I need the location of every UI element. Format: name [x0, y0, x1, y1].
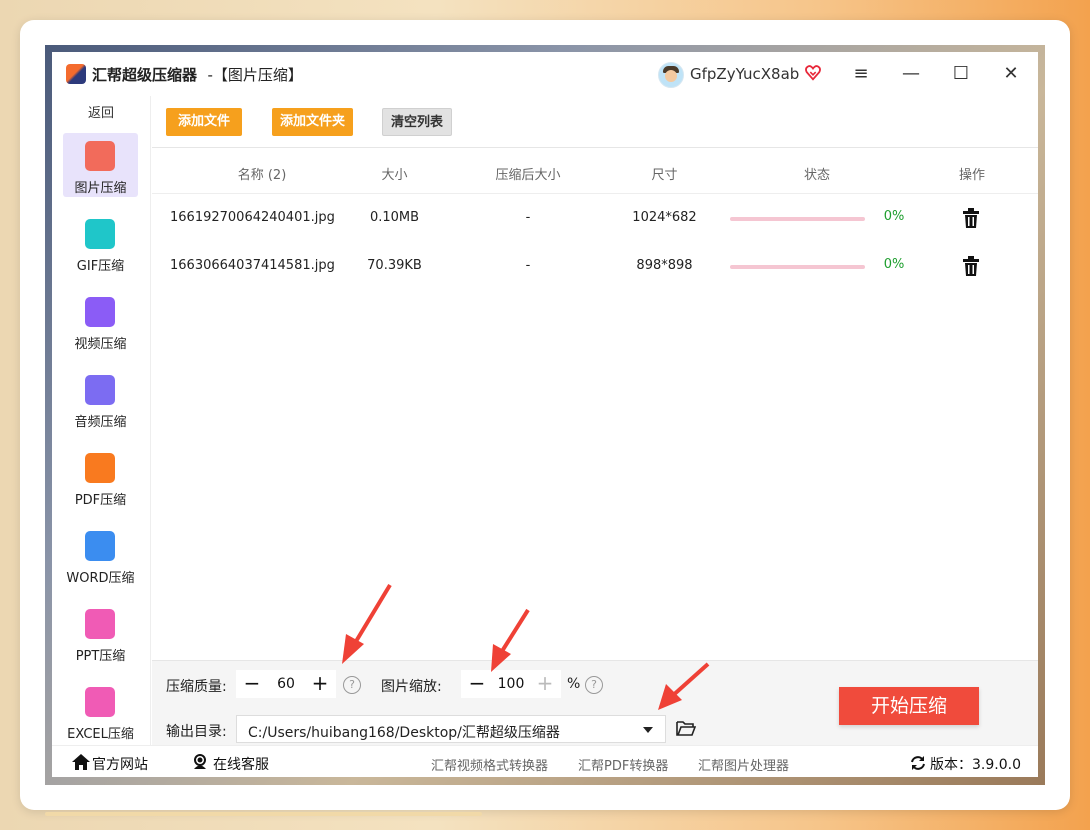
quality-decrease-button[interactable]: − — [238, 670, 266, 698]
excel-icon — [85, 687, 115, 717]
folder-open-icon[interactable] — [676, 719, 696, 737]
output-path: C:/Users/huibang168/Desktop/汇帮超级压缩器 — [248, 725, 560, 741]
sidebar-item-label: 视频压缩 — [74, 337, 127, 352]
image-icon — [85, 141, 115, 171]
window-title: 汇帮超级压缩器 -【图片压缩】 — [92, 64, 303, 85]
username[interactable]: GfpZyYucX8ab — [690, 65, 799, 83]
image-dimension: 898*898 — [636, 258, 693, 273]
home-icon[interactable] — [72, 754, 90, 770]
scale-unit: % — [567, 676, 581, 692]
footer-link[interactable]: 汇帮视频格式转换器 — [431, 755, 548, 774]
file-size: 70.39KB — [367, 258, 422, 273]
settings-panel: 压缩质量: − 60 + ? 图片缩放: − 100 + % ? 输出目录: C… — [152, 660, 1038, 746]
sidebar-item-label: EXCEL压缩 — [67, 727, 134, 742]
sidebar-item[interactable]: 视频压缩 — [63, 289, 138, 353]
headset-icon[interactable] — [192, 753, 208, 770]
add-file-button[interactable]: 添加文件 — [166, 108, 242, 136]
sidebar-item[interactable]: WORD压缩 — [63, 523, 138, 587]
annotation-arrow — [658, 662, 710, 710]
file-table: 名称 (2) 大小 压缩后大小 尺寸 状态 操作 166192700642404… — [152, 147, 1038, 661]
progress-percent: 0% — [883, 257, 905, 272]
title-bar[interactable]: 汇帮超级压缩器 -【图片压缩】 GfpZyYucX8ab ≡ — ☐ ✕ — [52, 52, 1038, 96]
start-compress-button[interactable]: 开始压缩 — [839, 687, 979, 725]
header-divider — [152, 193, 1038, 194]
trash-icon[interactable] — [962, 208, 980, 228]
quality-value[interactable]: 60 — [266, 676, 306, 692]
table-row[interactable]: 16630664037414581.jpg 70.39KB - 898*898 … — [152, 243, 1038, 291]
table-row[interactable]: 16619270064240401.jpg 0.10MB - 1024*682 … — [152, 195, 1038, 243]
col-header-status[interactable]: 状态 — [772, 164, 862, 183]
ppt-icon — [85, 609, 115, 639]
vip-heart-icon[interactable] — [804, 64, 822, 82]
word-icon — [85, 531, 115, 561]
clear-list-button[interactable]: 清空列表 — [382, 108, 452, 136]
footer-link[interactable]: 汇帮图片处理器 — [698, 755, 789, 774]
sidebar: 返回 图片压缩 GIF压缩视频压缩音频压缩 PDF压缩 WORD压缩 PPT压缩 EXCE… — [52, 96, 151, 745]
trash-icon[interactable] — [962, 256, 980, 276]
output-label: 输出目录: — [166, 724, 227, 740]
sidebar-item[interactable]: PDF压缩 — [63, 445, 138, 509]
scale-value[interactable]: 100 — [491, 676, 531, 692]
sidebar-item[interactable]: 图片压缩 — [63, 133, 138, 197]
user-avatar[interactable] — [658, 62, 684, 88]
progress-bar — [730, 217, 865, 221]
video-icon — [85, 297, 115, 327]
file-size: 0.10MB — [369, 210, 420, 225]
image-dimension: 1024*682 — [632, 210, 697, 225]
col-header-dimension[interactable]: 尺寸 — [622, 164, 707, 183]
file-name: 16630664037414581.jpg — [170, 258, 335, 273]
sidebar-item-label: 图片压缩 — [74, 181, 127, 196]
sidebar-item[interactable]: 音频压缩 — [63, 367, 138, 431]
col-header-size[interactable]: 大小 — [352, 164, 437, 183]
sidebar-item-label: 音频压缩 — [74, 415, 127, 430]
mode-label: -【图片压缩】 — [207, 66, 303, 84]
footer: 官方网站 在线客服 汇帮视频格式转换器 汇帮PDF转换器 汇帮图片处理器 版本：… — [52, 745, 1038, 777]
gif-icon — [85, 219, 115, 249]
annotation-arrow — [491, 608, 530, 672]
sidebar-item[interactable]: PPT压缩 — [63, 601, 138, 665]
col-header-action[interactable]: 操作 — [932, 164, 1012, 183]
close-button[interactable]: ✕ — [996, 60, 1026, 88]
scale-help-icon[interactable]: ? — [585, 676, 603, 694]
app-window: 汇帮超级压缩器 -【图片压缩】 GfpZyYucX8ab ≡ — ☐ ✕ 返回 … — [52, 52, 1038, 777]
chevron-down-icon[interactable] — [643, 727, 653, 733]
sidebar-item-label: PPT压缩 — [75, 649, 126, 664]
back-button[interactable]: 返回 — [52, 102, 150, 121]
sidebar-item-label: PDF压缩 — [74, 493, 127, 508]
quality-stepper[interactable]: − 60 + — [236, 670, 336, 698]
sidebar-item[interactable]: GIF压缩 — [63, 211, 138, 275]
col-header-name[interactable]: 名称 (2) — [192, 164, 332, 183]
quality-label: 压缩质量: — [166, 679, 227, 695]
app-logo-icon — [66, 64, 86, 84]
compressed-size: - — [525, 210, 531, 225]
footer-link[interactable]: 汇帮PDF转换器 — [578, 755, 668, 774]
sidebar-item[interactable]: EXCEL压缩 — [63, 679, 138, 743]
decorative-underline — [45, 812, 482, 816]
app-name: 汇帮超级压缩器 — [92, 66, 198, 84]
website-link[interactable]: 官方网站 — [92, 754, 148, 774]
avatar-face — [665, 70, 677, 82]
sidebar-item-label: GIF压缩 — [76, 259, 125, 274]
progress-bar — [730, 265, 865, 269]
minimize-button[interactable]: — — [896, 60, 926, 88]
support-link[interactable]: 在线客服 — [213, 754, 269, 774]
audio-icon — [85, 375, 115, 405]
col-header-compressed-size[interactable]: 压缩后大小 — [468, 164, 588, 183]
sidebar-item-label: WORD压缩 — [66, 571, 135, 586]
file-name: 16619270064240401.jpg — [170, 210, 335, 225]
output-dir-select[interactable]: C:/Users/huibang168/Desktop/汇帮超级压缩器 — [236, 715, 666, 743]
version-label: 版本：3.9.0.0 — [930, 757, 1021, 773]
scale-label: 图片缩放: — [381, 679, 442, 695]
quality-increase-button[interactable]: + — [306, 670, 334, 698]
quality-help-icon[interactable]: ? — [343, 676, 361, 694]
refresh-icon[interactable] — [910, 755, 926, 771]
compressed-size: - — [525, 258, 531, 273]
maximize-button[interactable]: ☐ — [946, 60, 976, 88]
progress-percent: 0% — [883, 209, 905, 224]
add-folder-button[interactable]: 添加文件夹 — [272, 108, 353, 136]
menu-button[interactable]: ≡ — [846, 60, 876, 88]
annotation-arrow — [342, 583, 392, 664]
pdf-icon — [85, 453, 115, 483]
